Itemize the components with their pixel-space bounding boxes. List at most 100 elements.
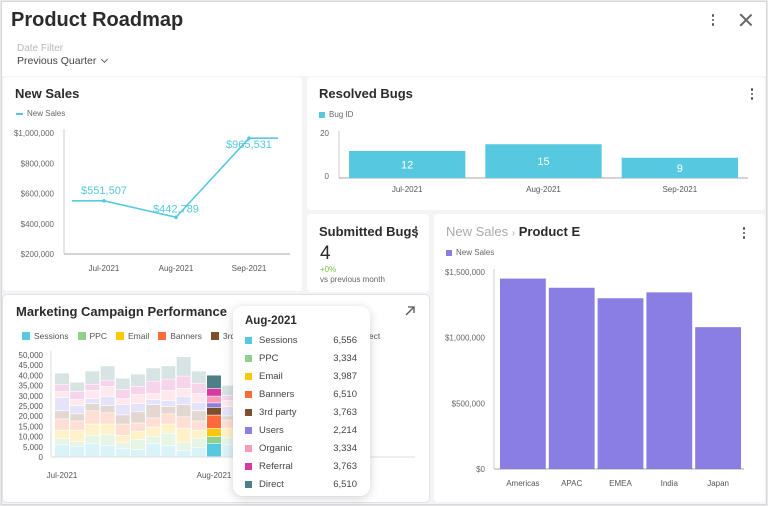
stacked-bar-segment — [207, 403, 221, 408]
stacked-bar-segment — [55, 430, 69, 439]
stacked-bar-segment — [131, 412, 145, 423]
stacked-bar-segment — [55, 438, 69, 445]
stacked-bar-segment — [85, 390, 100, 399]
stacked-bar-segment — [131, 374, 145, 387]
stacked-bar-segment — [161, 379, 176, 391]
stacked-bar-segment — [70, 391, 85, 400]
stacked-bar-segment — [55, 373, 69, 384]
y-tick-label: 0 — [39, 453, 44, 462]
stacked-bar-segment — [176, 388, 191, 397]
legend-swatch — [158, 332, 167, 340]
bar — [548, 287, 595, 469]
series-swatch — [245, 354, 252, 362]
tooltip-row: 3rd party 3,763 — [245, 405, 357, 419]
stacked-bar-segment — [85, 435, 100, 444]
stacked-bar-segment — [70, 414, 85, 421]
legend-swatch — [115, 332, 124, 340]
stacked-bar-segment — [85, 371, 100, 384]
stacked-bar-segment — [85, 424, 100, 435]
more-vertical-icon[interactable] — [409, 224, 423, 240]
data-label: $442,789 — [153, 203, 199, 215]
product-e-panel[interactable]: New Sales › Product E New Sales $0 $500,0… — [434, 214, 765, 502]
data-label: $551,507 — [81, 185, 127, 197]
stacked-bar-segment — [146, 399, 161, 405]
legend-swatch — [22, 332, 30, 340]
data-label: $965,531 — [226, 139, 272, 151]
stacked-bar-segment — [176, 417, 191, 428]
y-tick-label: 25,000 — [19, 402, 44, 411]
series-swatch — [245, 408, 252, 416]
chart-tooltip: Aug-2021 Sessions 6,556 PPC 3,334 Email 3,987… — [233, 306, 370, 496]
more-vertical-icon[interactable] — [706, 12, 720, 28]
y-tick-label: 0 — [325, 172, 330, 181]
legend-item[interactable]: Sessions — [22, 331, 69, 341]
x-tick-label: Aug-2021 — [197, 471, 232, 480]
stacked-bar-segment — [115, 442, 130, 449]
series-swatch — [245, 426, 252, 434]
stacked-bar-segment — [100, 434, 115, 446]
stacked-bar-segment — [100, 406, 115, 413]
stacked-bar-segment — [85, 384, 100, 391]
series-value: 3,763 — [333, 406, 357, 418]
stacked-bar-segment — [161, 424, 176, 433]
legend-item[interactable]: Banners — [158, 331, 202, 341]
y-tick-label: 45,000 — [19, 361, 44, 370]
resolved-bugs-panel[interactable]: Resolved Bugs Bug ID 20 0 12 Jul-2021 15 Aug-… — [307, 77, 765, 210]
stacked-bar-segment — [131, 449, 145, 457]
series-swatch — [245, 336, 252, 344]
y-tick-label: $1,000,000 — [14, 129, 55, 138]
stacked-bar-segment — [131, 394, 145, 404]
tooltip-row: Sessions 6,556 — [245, 333, 357, 347]
series-label: Users — [259, 424, 284, 436]
series-swatch — [245, 372, 252, 380]
close-icon[interactable] — [738, 12, 754, 28]
new-sales-line-chart: $200,000 $400,000 $600,000 $800,000 $1,000,0… — [14, 129, 290, 273]
stacked-bar-segment — [100, 424, 115, 434]
x-tick-label: Jul-2021 — [392, 185, 423, 194]
expand-icon[interactable] — [404, 305, 416, 317]
bar — [695, 327, 741, 469]
x-tick-label: Sep-2021 — [232, 264, 267, 273]
stacked-bar-segment — [70, 406, 85, 414]
stacked-bar-segment — [131, 431, 145, 440]
stacked-bar-segment — [207, 443, 221, 457]
stacked-bar-segment — [191, 371, 206, 383]
stacked-bar-segment — [70, 399, 85, 406]
bar — [646, 292, 693, 469]
legend-item[interactable]: PPC — [77, 331, 107, 341]
stacked-bar-segment — [100, 386, 115, 397]
stacked-bar-segment — [131, 439, 145, 450]
stacked-bar-segment — [85, 443, 100, 457]
stacked-bar-segment — [191, 383, 206, 394]
dashboard-header: Product Roadmap Date Filter Previous Qua… — [2, 2, 766, 76]
stacked-bar-segment — [176, 396, 191, 405]
x-tick-label: Aug-2021 — [526, 185, 561, 194]
y-tick-label: 35,000 — [19, 382, 44, 391]
series-value: 6,510 — [333, 478, 357, 490]
bar-value-label: 15 — [537, 156, 549, 168]
stacked-bar-segment — [146, 436, 161, 444]
tooltip-row: Email 3,987 — [245, 369, 357, 383]
new-sales-panel[interactable]: New Sales New Sales $200,000 $400,000 $600… — [3, 77, 302, 291]
submitted-bugs-panel[interactable]: Submitted Bugs 4 +0% vs previous month — [307, 214, 429, 292]
series-swatch — [245, 480, 252, 488]
y-tick-label: $500,000 — [452, 399, 486, 408]
stacked-bar-segment — [191, 402, 206, 411]
tooltip-row: Users 2,214 — [245, 423, 357, 437]
stacked-bar-segment — [207, 415, 221, 429]
stacked-bar-segment — [191, 447, 206, 457]
stacked-bar-segment — [161, 366, 176, 379]
stacked-bar-segment — [131, 403, 145, 412]
legend-item[interactable]: Email — [115, 331, 149, 341]
legend-label: Banners — [170, 331, 202, 341]
tooltip-row: Organic 3,334 — [245, 441, 357, 455]
y-tick-label: $400,000 — [21, 220, 55, 229]
y-tick-label: $800,000 — [21, 159, 55, 168]
date-filter-dropdown[interactable]: Previous Quarter — [17, 55, 109, 67]
stacked-bar-segment — [115, 378, 130, 390]
marketing-legend: SessionsPPCEmailBanners3rd party — [22, 331, 256, 341]
stacked-bar-segment — [207, 428, 221, 437]
stacked-bar-segment — [115, 404, 130, 415]
bar-value-label: 9 — [677, 163, 683, 175]
product-e-bar-chart: $0 $500,000 $1,000,000 $1,500,000 Americas AP… — [445, 268, 744, 488]
